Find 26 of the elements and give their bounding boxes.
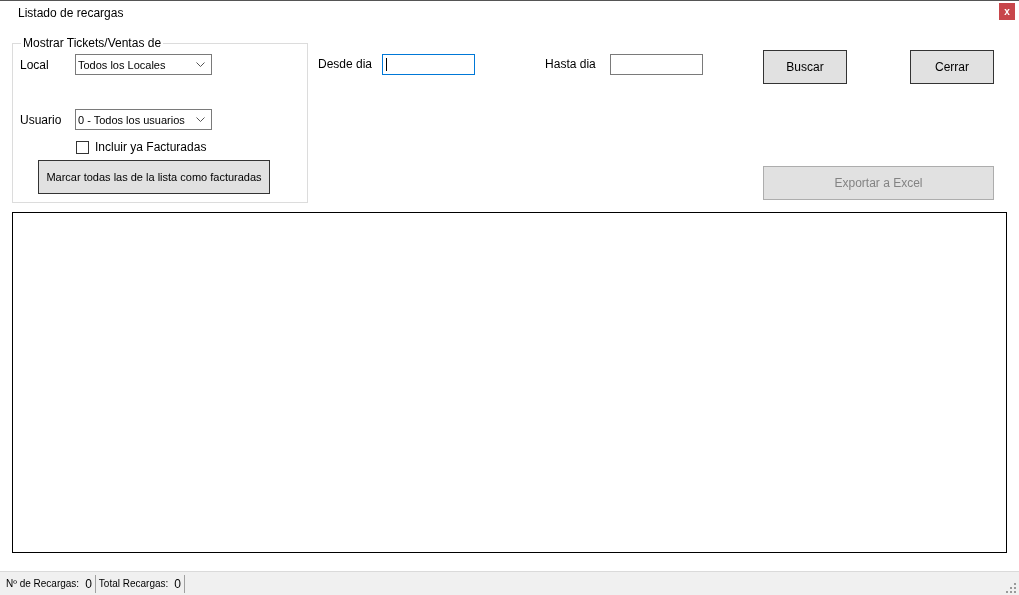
checkbox-label: Incluir ya Facturadas	[95, 140, 207, 154]
group-title: Mostrar Tickets/Ventas de	[22, 36, 163, 50]
status-label: Total Recargas:	[98, 578, 169, 589]
resize-grip-icon[interactable]	[1006, 582, 1016, 593]
status-value: 0	[85, 576, 92, 591]
chevron-down-icon	[196, 62, 205, 67]
action-button[interactable]: Buscar	[763, 50, 847, 84]
date-field[interactable]	[609, 53, 703, 75]
mark-invoiced-button[interactable]: Marcar todas las de la lista como facturadas	[38, 160, 270, 194]
chevron-down-icon	[196, 117, 205, 122]
status-label: Nº de Recargas:	[6, 578, 80, 589]
dropdown-value: Todos los Locales	[78, 58, 166, 71]
checkbox[interactable]	[76, 140, 89, 154]
action-button[interactable]: Cerrar	[910, 50, 994, 84]
user-dropdown[interactable]: 0 - Todos los usuarios	[75, 109, 212, 130]
text-caret	[386, 57, 388, 71]
status-value: 0	[174, 576, 181, 591]
local-dropdown[interactable]: Todos los Locales	[75, 54, 212, 75]
field-label: Usuario	[20, 112, 63, 127]
field-label: Local	[20, 57, 50, 72]
close-button[interactable]: x	[999, 3, 1015, 20]
field-label: Hasta dia	[545, 57, 596, 71]
dropdown-value: 0 - Todos los usuarios	[78, 113, 185, 126]
window-title: Listado de recargas	[18, 5, 124, 20]
field-label: Desde dia	[318, 57, 373, 71]
date-field[interactable]	[382, 53, 476, 75]
